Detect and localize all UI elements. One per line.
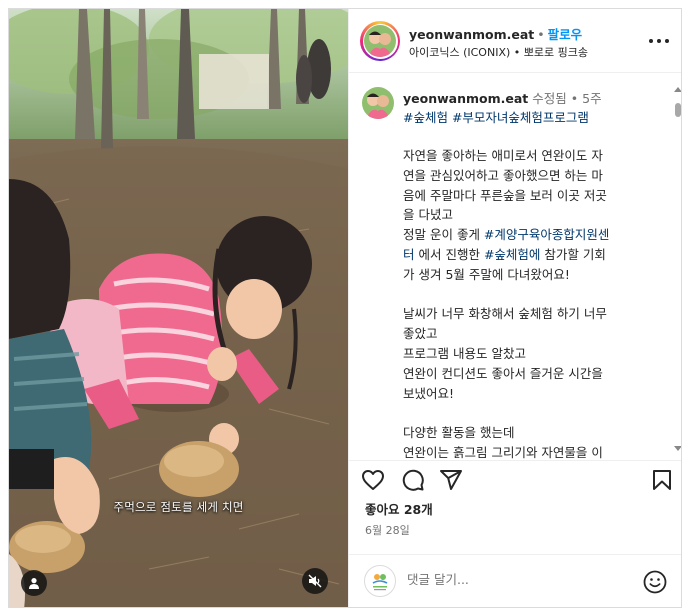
comment-bar <box>349 554 681 607</box>
caption-line-text: 프로그램 내용도 알찼고 <box>403 345 526 361</box>
post-age[interactable]: 5주 <box>582 91 601 106</box>
caption-line: 좋았고 <box>403 324 655 344</box>
center-logo-icon <box>372 574 388 591</box>
caption-line: 프로그램 내용도 알찼고 <box>403 344 655 364</box>
caption-line: 날씨가 너무 화창해서 숲체험 하기 너무 <box>403 304 655 324</box>
caption-line-text: 보냈어요! <box>403 385 455 401</box>
video-frame <box>9 9 348 607</box>
caption-hashtag-link[interactable]: #숲체험에 <box>484 247 540 262</box>
more-options-icon[interactable] <box>649 34 669 48</box>
caption-line-text: 연완이 컨디션도 좋아서 즐거운 시간을 <box>403 365 603 381</box>
caption-hashtags[interactable]: #숲체험 #부모자녀숲체험프로그램 <box>403 107 589 126</box>
mute-icon <box>308 574 322 588</box>
caption-line-text: 좋았고 <box>403 326 438 342</box>
separator-dot: • <box>537 27 545 42</box>
post-dialog: 주먹으로 점토를 세게 치면 yeonwanmom.eat • 팔로우 아이코닉… <box>8 8 682 608</box>
emoji-button[interactable] <box>642 569 668 595</box>
bookmark-icon <box>653 470 671 490</box>
like-count[interactable]: 좋아요 28개 <box>365 499 433 518</box>
caption-text: 자연을 좋아하는 애미로서 연완이도 자연을 관심있어하고 좋아했으면 하는 마… <box>403 146 655 459</box>
caption-line: 보냈어요! <box>403 384 655 404</box>
author-username[interactable]: yeonwanmom.eat <box>409 27 534 42</box>
separator-dot: • <box>570 91 579 106</box>
caption-line-text: 에서 진행한 <box>414 246 484 262</box>
post-date: 6월 28일 <box>365 524 410 537</box>
caption-hashtag-link[interactable]: 터 <box>403 247 415 262</box>
video-subtitle: 주먹으로 점토를 세게 치면 <box>113 500 244 514</box>
caption-line: 연을 관심있어하고 좋아했으면 하는 마 <box>403 166 655 186</box>
share-icon <box>440 470 462 490</box>
comment-icon <box>402 469 424 491</box>
caption-line: 을 다녔고 <box>403 205 655 225</box>
user-tag-icon <box>29 578 39 589</box>
like-button[interactable] <box>360 467 386 493</box>
scrollbar-thumb[interactable] <box>675 103 681 117</box>
heart-icon <box>362 470 384 490</box>
caption-line: 다양한 활동을 했는데 <box>403 423 655 443</box>
caption-line-text: 참가할 기회 <box>540 246 606 262</box>
caption-line-text: 날씨가 너무 화창해서 숲체험 하기 너무 <box>403 306 607 322</box>
follow-button[interactable]: 팔로우 <box>548 27 583 42</box>
share-button[interactable] <box>438 467 464 493</box>
caption-line-text: 음에 주말마다 푸른숲을 보러 이곳 저곳 <box>403 187 607 203</box>
caption-line-text: 정말 운이 좋게 <box>403 227 484 243</box>
avatar-image <box>362 87 394 119</box>
mute-button[interactable] <box>302 568 328 594</box>
caption-username[interactable]: yeonwanmom.eat <box>403 91 528 106</box>
caption-avatar[interactable] <box>362 87 394 119</box>
caption-line: 연완이는 흙그림 그리기와 자연물을 이 <box>403 443 655 459</box>
edited-label: 수정됨 <box>532 91 567 106</box>
post-details-panel: yeonwanmom.eat • 팔로우 아이코닉스 (ICONIX) • 뽀로로 … <box>348 9 681 607</box>
caption-line: 연완이 컨디션도 좋아서 즐거운 시간을 <box>403 364 655 384</box>
scroll-up-arrow[interactable] <box>674 87 681 92</box>
caption-scroll-area[interactable]: yeonwanmom.eat 수정됨 • 5주 #숲체험 #부모자녀숲체험프로그… <box>349 74 681 459</box>
author-avatar[interactable] <box>360 21 400 61</box>
caption-line: 터 에서 진행한 #숲체험에 참가할 기회 <box>403 245 655 265</box>
caption-line-text: 연완이는 흙그림 그리기와 자연물을 이 <box>403 444 603 459</box>
scroll-down-arrow[interactable] <box>674 446 681 451</box>
tagged-users-button[interactable] <box>21 570 47 596</box>
caption-hashtag-link[interactable]: #계양구육아종합지원센 <box>484 227 609 242</box>
comment-button[interactable] <box>400 467 426 493</box>
caption-meta: yeonwanmom.eat 수정됨 • 5주 <box>403 88 602 107</box>
comment-input[interactable] <box>407 572 627 587</box>
commenter-avatar <box>364 565 396 597</box>
caption-line: 정말 운이 좋게 #계양구육아종합지원센 <box>403 225 655 245</box>
save-button[interactable] <box>649 467 675 493</box>
post-header: yeonwanmom.eat • 팔로우 아이코닉스 (ICONIX) • 뽀로로 … <box>349 9 681 73</box>
caption-line-text: 가 생겨 5월 주말에 다녀왔어요! <box>403 266 570 282</box>
emoji-icon <box>643 570 667 594</box>
caption-line-text: 다양한 활동을 했는데 <box>403 425 515 441</box>
post-video[interactable]: 주먹으로 점토를 세게 치면 <box>9 9 348 607</box>
caption-line-text: 연을 관심있어하고 좋아했으면 하는 마 <box>403 167 603 183</box>
caption-line-text: 자연을 좋아하는 애미로서 연완이도 자 <box>403 148 603 163</box>
caption-line: 자연을 좋아하는 애미로서 연완이도 자 <box>403 146 655 166</box>
caption-line: 가 생겨 5월 주말에 다녀왔어요! <box>403 265 655 285</box>
audio-info[interactable]: 아이코닉스 (ICONIX) • 뽀로로 핑크송 <box>409 44 588 60</box>
caption-line: 음에 주말마다 푸른숲을 보러 이곳 저곳 <box>403 186 655 206</box>
avatar-image <box>364 25 396 57</box>
author-line: yeonwanmom.eat • 팔로우 <box>409 24 582 43</box>
caption-line-text: 을 다녔고 <box>403 207 453 223</box>
